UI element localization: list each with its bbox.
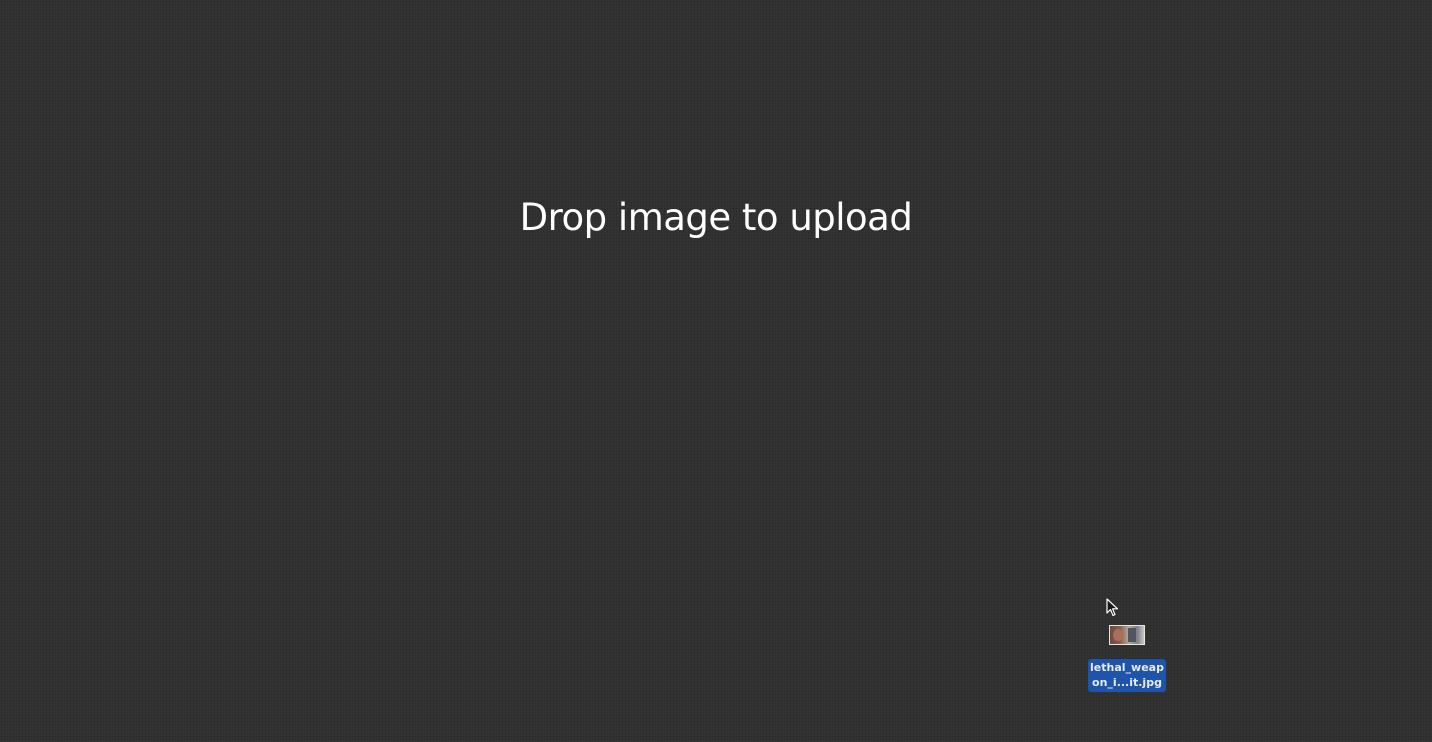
image-thumbnail-icon — [1109, 625, 1145, 645]
arrow-cursor-icon — [1106, 598, 1119, 617]
image-drop-zone[interactable]: Drop image to upload — [0, 0, 1432, 742]
dragged-file-name: lethal_weap on_i...it.jpg — [1088, 659, 1166, 692]
file-name-line-2: on_i...it.jpg — [1092, 676, 1162, 689]
file-name-line-1: lethal_weap — [1090, 661, 1164, 674]
drop-image-heading: Drop image to upload — [519, 196, 913, 239]
